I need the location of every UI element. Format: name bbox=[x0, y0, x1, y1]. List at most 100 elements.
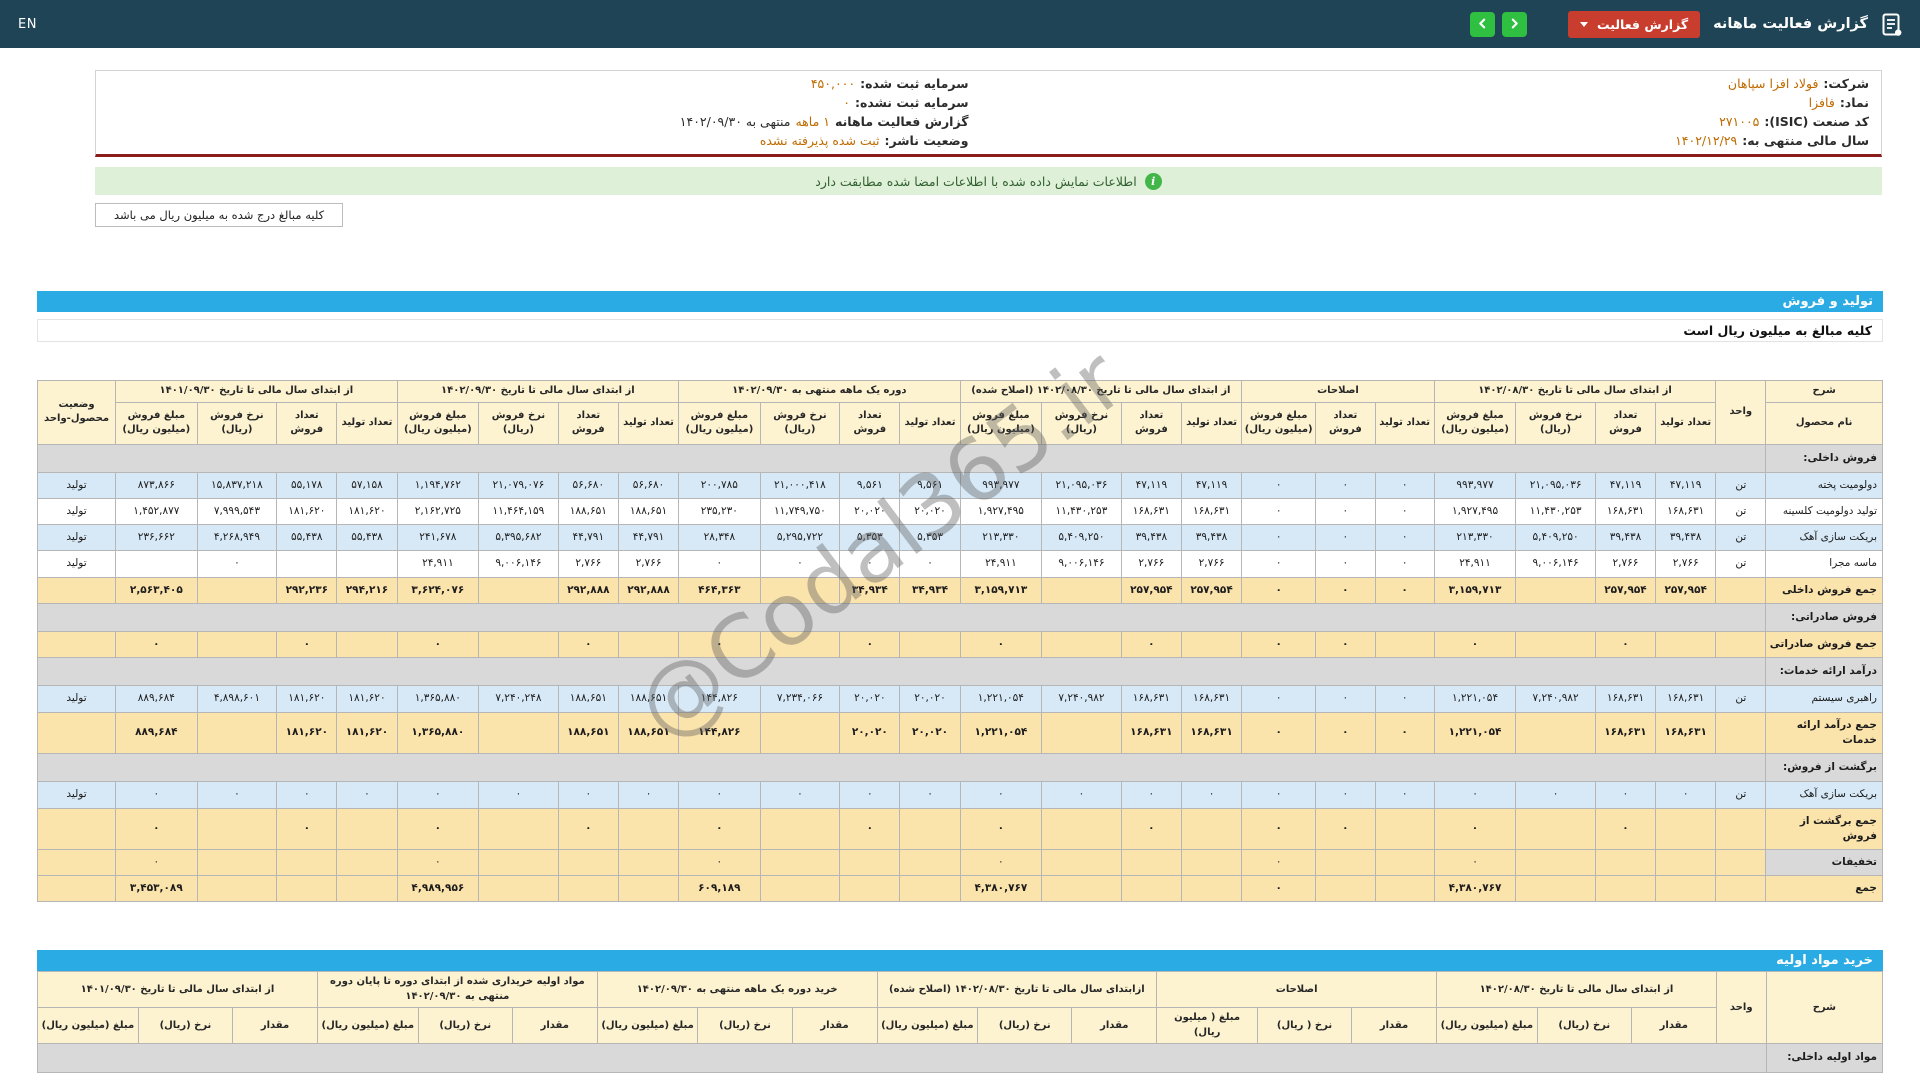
cell bbox=[1515, 807, 1596, 851]
cell: ۰ bbox=[899, 781, 961, 809]
cell: ۲۹۴,۲۱۶ bbox=[336, 576, 398, 604]
cell bbox=[1041, 807, 1122, 851]
header-cell: تعداد تولید bbox=[617, 401, 680, 445]
header-cell: نرخ (ریال) bbox=[697, 1007, 793, 1045]
cell: ۴,۲۶۸,۹۴۹ bbox=[196, 524, 278, 552]
cell: جمع فروش صادراتی bbox=[1765, 631, 1883, 659]
unit-note-row: کلیه مبالغ درج شده به میلیون ریال می باش… bbox=[95, 203, 1882, 227]
table-row: تولید دولومیت کلسینه تن ۱۶۸,۶۳۱ ۱۶۸,۶۳۱ ۱۱,۴… bbox=[36, 497, 1883, 526]
cell bbox=[36, 657, 1767, 687]
company-info-section: شرکت: فولاد افزا سپاهان سرمایه ثبت شده: … bbox=[95, 70, 1882, 227]
cell: ۰ bbox=[1241, 711, 1317, 755]
cell bbox=[1120, 875, 1182, 903]
header-cell: تعداد تولید bbox=[1180, 401, 1243, 445]
cell bbox=[1655, 631, 1717, 659]
cell: ۰ bbox=[1374, 576, 1435, 604]
cell: ۰ bbox=[1120, 781, 1182, 809]
cell: ۰ bbox=[396, 781, 480, 809]
report-icon bbox=[1881, 13, 1902, 36]
header-cell: تعداد فروش bbox=[1315, 401, 1376, 445]
cell: ۰ bbox=[1374, 711, 1435, 755]
cell: ۰ bbox=[1241, 524, 1317, 552]
cell: ۰ bbox=[115, 848, 198, 877]
report-type-dropdown[interactable]: گزارش فعالیت bbox=[1568, 10, 1701, 38]
cell bbox=[1180, 875, 1243, 903]
cell bbox=[1315, 848, 1376, 877]
cell: ۱,۱۹۴,۷۶۲ bbox=[396, 471, 480, 499]
cell: ۰ bbox=[1374, 685, 1435, 713]
codal-monthly-report-page: { "colors": { "topbar": "#1f4456", "blue… bbox=[0, 0, 1920, 1080]
cell: تن bbox=[1715, 524, 1767, 552]
cell: ۰ bbox=[478, 781, 559, 809]
cell: ۲۰۰,۷۸۵ bbox=[678, 471, 761, 499]
cell: ۰ bbox=[1374, 471, 1435, 499]
chevron-right-icon bbox=[1509, 17, 1520, 32]
header-cell: مقدار bbox=[1071, 1007, 1158, 1045]
cell: تن bbox=[1715, 497, 1767, 526]
section-row: مواد اولیه داخلی: bbox=[37, 1043, 1884, 1073]
cell: ۱۶۸,۶۳۱ bbox=[1180, 685, 1243, 713]
language-toggle-en[interactable]: EN bbox=[18, 17, 37, 32]
cell: ۰ bbox=[1594, 807, 1657, 851]
cell bbox=[36, 631, 117, 659]
header-cell: دوره یک ماهه منتهی به ۱۴۰۲/۰۹/۳۰ bbox=[678, 380, 961, 403]
cell: ۲۳۵,۲۳۰ bbox=[678, 497, 761, 526]
cell: ۵۶,۶۸۰ bbox=[617, 471, 680, 499]
cell: ۰ bbox=[557, 631, 619, 659]
cell bbox=[1715, 576, 1767, 604]
cell: ۱,۲۲۱,۰۵۴ bbox=[1433, 711, 1517, 755]
header-cell: تعداد فروش bbox=[839, 401, 901, 445]
cell: ۰ bbox=[1241, 550, 1317, 578]
header-cell: ازابتدای سال مالی تا تاریخ ۱۴۰۲/۰۸/۳۰ (ا… bbox=[876, 971, 1158, 1009]
header-cell: تعداد تولید bbox=[899, 401, 961, 445]
cell: ۲۴,۹۱۱ bbox=[1433, 550, 1517, 578]
cell: ۰ bbox=[839, 781, 901, 809]
info-capital-unregistered: سرمایه ثبت نشده: ۰ bbox=[843, 95, 969, 110]
cell: ۶۰۹,۱۸۹ bbox=[678, 875, 761, 903]
cell: ۵۵,۴۳۸ bbox=[276, 524, 338, 552]
header-cell: نرخ فروش (ریال) bbox=[1041, 401, 1122, 445]
cell bbox=[336, 807, 398, 851]
cell: ۲۰,۰۲۰ bbox=[839, 685, 901, 713]
cell: ۰ bbox=[1315, 471, 1376, 499]
cell: ۱۸۸,۶۵۱ bbox=[617, 497, 680, 526]
header-cell: تعداد فروش bbox=[557, 401, 619, 445]
cell: ۰ bbox=[1374, 550, 1435, 578]
cell bbox=[1594, 875, 1657, 903]
cell bbox=[1120, 848, 1182, 877]
info-capital-registered: سرمایه ثبت شده: ۴۵۰,۰۰۰ bbox=[810, 76, 969, 91]
header-cell: از ابتدای سال مالی تا تاریخ ۱۴۰۲/۰۹/۳۰ bbox=[396, 380, 680, 403]
cell: ۵,۳۹۵,۶۸۲ bbox=[478, 524, 559, 552]
cell: تولید bbox=[36, 550, 117, 578]
cell bbox=[1594, 848, 1657, 877]
cell: ۷,۲۴۰,۹۸۲ bbox=[1515, 685, 1596, 713]
cell: ۰ bbox=[1374, 497, 1435, 526]
nav-back-button[interactable] bbox=[1470, 11, 1496, 37]
unit-note-tab[interactable]: کلیه مبالغ درج شده به میلیون ریال می باش… bbox=[95, 203, 344, 227]
cell: ۵,۳۵۳ bbox=[839, 524, 901, 552]
header-cell: خرید دوره یک ماهه منتهی به ۱۴۰۲/۰۹/۳۰ bbox=[596, 971, 878, 1009]
cell: ۱,۲۲۱,۰۵۴ bbox=[959, 711, 1043, 755]
cell: ۲,۵۶۳,۴۰۵ bbox=[115, 576, 198, 604]
cell: ۸۷۳,۸۶۶ bbox=[115, 471, 198, 499]
cell: ۱,۴۵۲,۸۷۷ bbox=[115, 497, 198, 526]
cell: ۱۱,۴۳۰,۲۵۳ bbox=[1515, 497, 1596, 526]
header-cell: از ابتدای سال مالی تا تاریخ ۱۴۰۱/۰۹/۳۰ bbox=[37, 971, 318, 1009]
header-cell: نرخ فروش (ریال) bbox=[196, 401, 278, 445]
report-content: تولید و فروش کلیه مبالغ به میلیون ریال ا… bbox=[36, 291, 1884, 1073]
cell bbox=[557, 875, 619, 903]
cell: ۵۷,۱۵۸ bbox=[336, 471, 398, 499]
cell: ۲۱,۰۹۵,۰۳۶ bbox=[1041, 471, 1122, 499]
info-symbol: نماد: فافزا bbox=[1808, 95, 1869, 110]
cell bbox=[1655, 875, 1717, 903]
cell bbox=[759, 711, 841, 755]
cell bbox=[196, 807, 278, 851]
nav-forward-button[interactable] bbox=[1502, 11, 1528, 37]
cell: ۰ bbox=[1241, 471, 1317, 499]
cell bbox=[36, 443, 1767, 473]
cell: ۰ bbox=[396, 807, 480, 851]
cell: تولید bbox=[36, 524, 117, 552]
cell: ۴۷,۱۱۹ bbox=[1120, 471, 1182, 499]
section-row: درآمد ارائه خدمات: bbox=[36, 657, 1883, 687]
cell: ۲۱۳,۳۳۰ bbox=[1433, 524, 1517, 552]
